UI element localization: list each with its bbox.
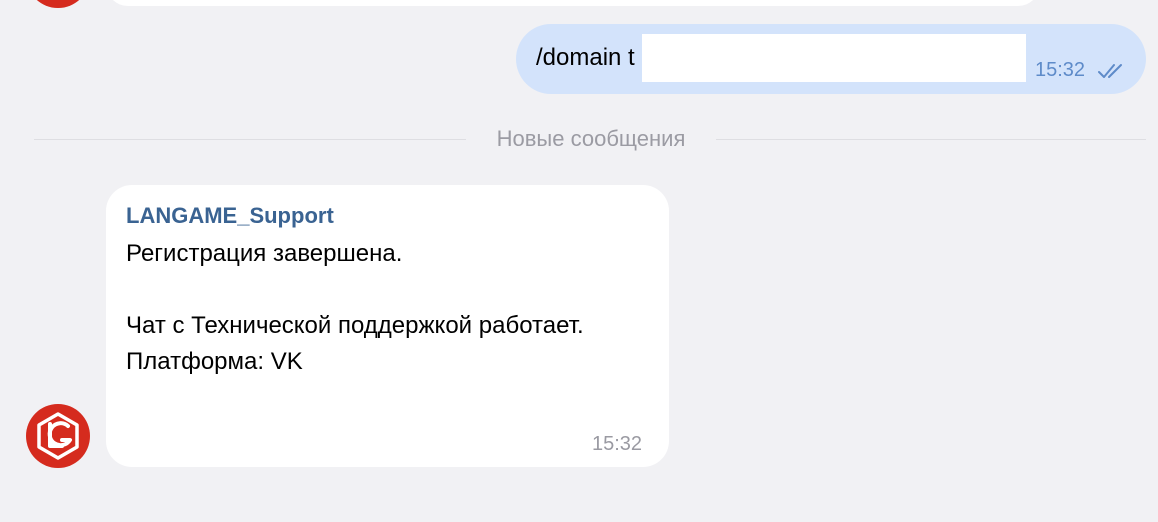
- incoming-message[interactable]: LANGAME_Support Регистрация завершена. Ч…: [106, 185, 669, 467]
- outgoing-message-time: 15:32: [1035, 59, 1086, 81]
- message-line: Чат с Технической поддержкой работает.: [126, 312, 584, 339]
- sender-name[interactable]: LANGAME_Support: [126, 203, 334, 229]
- incoming-message-time: 15:32: [592, 433, 643, 455]
- new-messages-separator: Новые сообщения: [496, 126, 686, 151]
- outgoing-message[interactable]: /domain t 15:32: [516, 24, 1146, 94]
- separator-line-right: [716, 139, 1146, 140]
- message-line: Платформа: VK: [126, 348, 303, 375]
- message-line: Регистрация завершена.: [126, 240, 403, 267]
- separator-line-left: [34, 139, 466, 140]
- previous-avatar[interactable]: [26, 0, 90, 8]
- redacted-area: [642, 34, 1026, 82]
- previous-message-bubble[interactable]: [106, 0, 1040, 6]
- double-check-icon: [1098, 64, 1122, 78]
- langame-logo-icon[interactable]: [26, 404, 90, 468]
- outgoing-message-text: /domain t: [536, 44, 635, 71]
